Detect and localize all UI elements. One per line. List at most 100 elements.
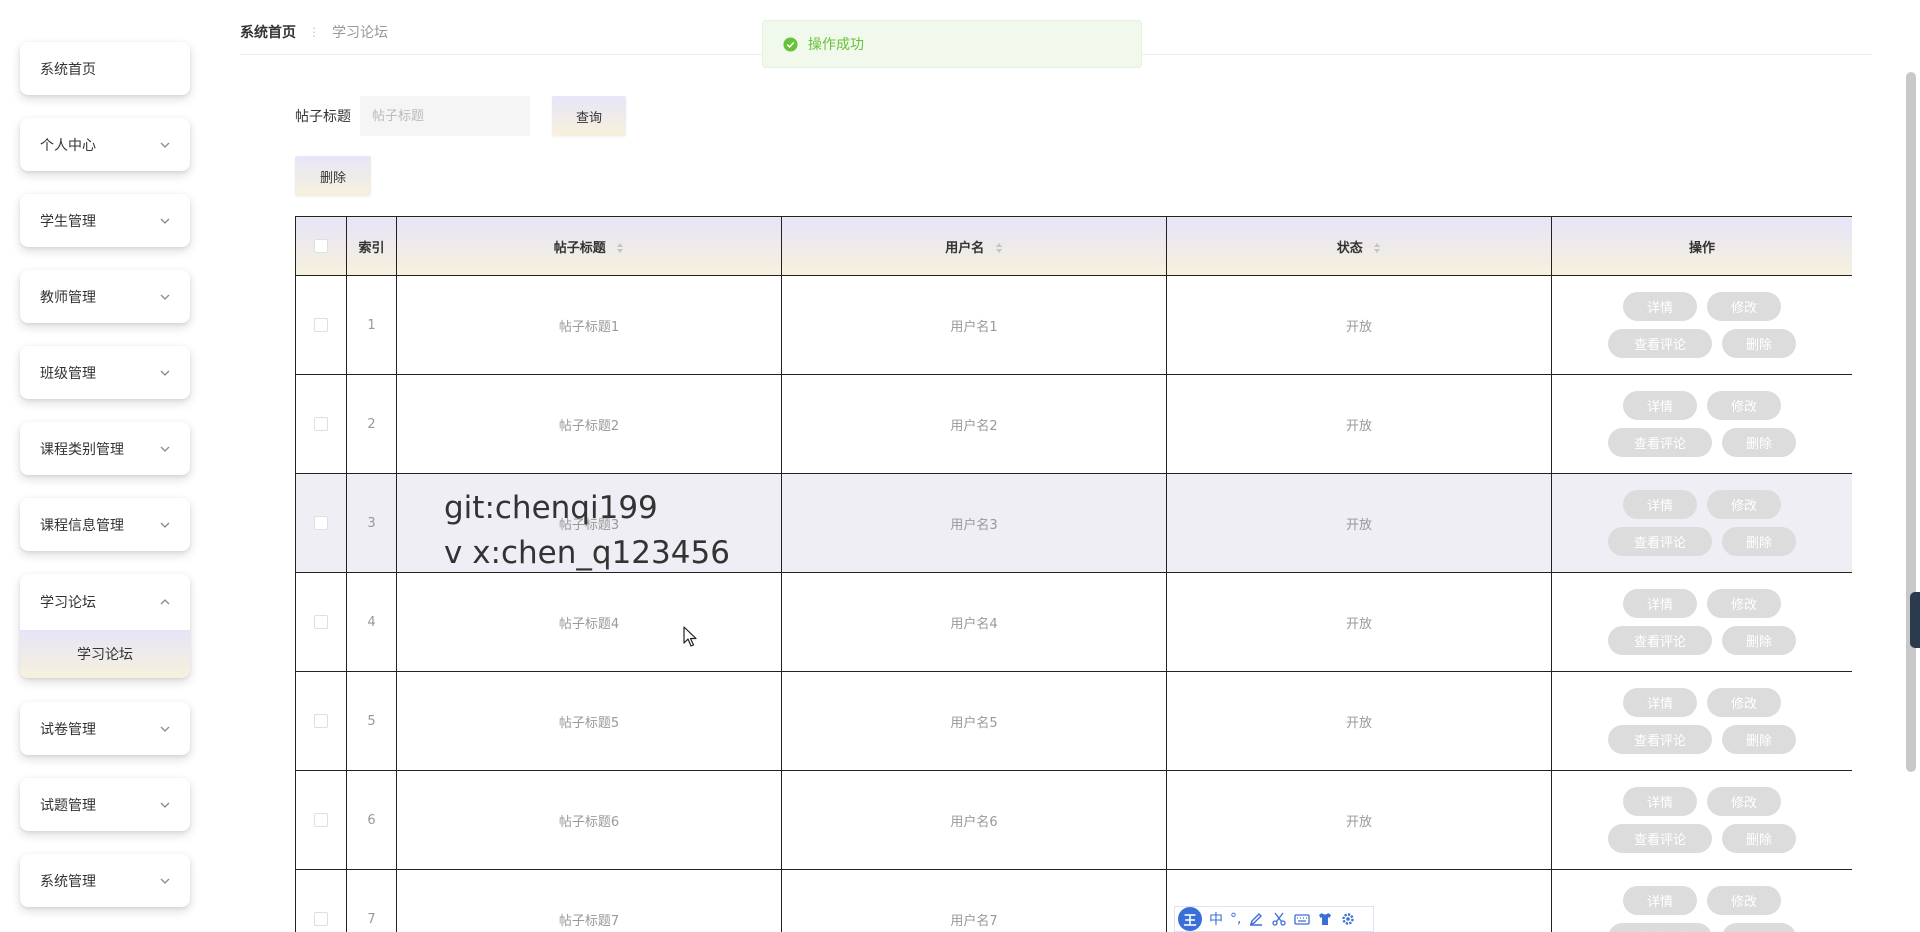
sidebar-item-label: 课程类别管理 xyxy=(40,441,124,458)
select-all-checkbox[interactable] xyxy=(314,239,328,253)
ime-punctuation-toggle[interactable]: °, xyxy=(1230,911,1241,927)
view-comments-button[interactable]: 查看评论 xyxy=(1608,428,1712,457)
chevron-down-icon xyxy=(160,726,170,732)
forum-table: 索引 帖子标题 用户名 状态 操作 1 帖子标题1 用户名1 开放 详情 修改 … xyxy=(295,216,1852,932)
sidebar-item-label: 学习论坛 xyxy=(40,595,96,611)
scissors-icon[interactable] xyxy=(1271,911,1287,927)
sidebar-item-course-category[interactable]: 课程类别管理 xyxy=(20,422,190,475)
row-select-cell xyxy=(295,572,347,672)
pen-icon[interactable] xyxy=(1248,911,1264,927)
row-checkbox[interactable] xyxy=(314,912,328,926)
sort-icon[interactable] xyxy=(616,242,624,254)
side-panel-handle[interactable] xyxy=(1910,592,1920,648)
detail-button[interactable]: 详情 xyxy=(1623,787,1697,816)
row-action-line: 查看评论 删除 xyxy=(1608,527,1796,556)
delete-button[interactable]: 删除 xyxy=(1722,824,1796,853)
row-action-group: 详情 修改 查看评论 删除 xyxy=(1553,787,1851,853)
table-row: 6 帖子标题6 用户名6 开放 详情 修改 查看评论 删除 xyxy=(295,770,1852,870)
row-checkbox[interactable] xyxy=(314,615,328,629)
edit-button[interactable]: 修改 xyxy=(1707,688,1781,717)
breadcrumb: 系统首页 ⋮ 学习论坛 xyxy=(240,22,388,42)
row-action-line: 查看评论 删除 xyxy=(1608,626,1796,655)
ime-mode-toggle[interactable]: 中 xyxy=(1209,909,1223,929)
row-action-group: 详情 修改 查看评论 删除 xyxy=(1553,391,1851,457)
row-checkbox[interactable] xyxy=(314,417,328,431)
row-checkbox[interactable] xyxy=(314,714,328,728)
row-title: 帖子标题3 xyxy=(396,473,782,573)
row-checkbox[interactable] xyxy=(314,516,328,530)
chevron-down-icon xyxy=(160,878,170,884)
breadcrumb-home[interactable]: 系统首页 xyxy=(240,22,296,42)
success-check-icon xyxy=(783,36,798,52)
detail-button[interactable]: 详情 xyxy=(1623,391,1697,420)
batch-delete-button[interactable]: 删除 xyxy=(295,156,371,196)
sidebar-item-home[interactable]: 系统首页 xyxy=(20,42,190,95)
ime-logo[interactable]: 王 xyxy=(1178,907,1202,931)
gear-icon[interactable] xyxy=(1340,911,1356,927)
detail-button[interactable]: 详情 xyxy=(1623,490,1697,519)
skin-shirt-icon[interactable] xyxy=(1317,911,1333,927)
edit-button[interactable]: 修改 xyxy=(1707,391,1781,420)
header-index: 索引 xyxy=(346,216,397,276)
sidebar-item-exam-paper[interactable]: 试卷管理 xyxy=(20,702,190,755)
view-comments-button[interactable]: 查看评论 xyxy=(1608,329,1712,358)
header-username[interactable]: 用户名 xyxy=(781,216,1167,276)
delete-button[interactable]: 删除 xyxy=(1722,626,1796,655)
header-label: 操作 xyxy=(1688,240,1715,256)
row-username: 用户名3 xyxy=(781,473,1167,573)
edit-button[interactable]: 修改 xyxy=(1707,589,1781,618)
row-username: 用户名1 xyxy=(781,275,1167,375)
sort-icon[interactable] xyxy=(995,242,1003,254)
page-scrollbar[interactable] xyxy=(1906,72,1916,772)
row-status: 开放 xyxy=(1166,671,1552,771)
sidebar-item-question[interactable]: 试题管理 xyxy=(20,778,190,831)
query-button[interactable]: 查询 xyxy=(552,96,626,136)
sidebar-item-student-management[interactable]: 学生管理 xyxy=(20,194,190,247)
row-action-line: 详情 修改 xyxy=(1623,490,1781,519)
edit-button[interactable]: 修改 xyxy=(1707,292,1781,321)
row-status: 开放 xyxy=(1166,473,1552,573)
delete-button[interactable]: 删除 xyxy=(1722,923,1796,932)
view-comments-button[interactable]: 查看评论 xyxy=(1608,527,1712,556)
row-action-line: 详情 修改 xyxy=(1623,589,1781,618)
row-action-line: 查看评论 删除 xyxy=(1608,428,1796,457)
sidebar-item-forum[interactable]: 学习论坛 xyxy=(20,574,190,630)
detail-button[interactable]: 详情 xyxy=(1623,886,1697,915)
header-status[interactable]: 状态 xyxy=(1166,216,1552,276)
row-action-group: 详情 修改 查看评论 删除 xyxy=(1553,688,1851,754)
sidebar-item-teacher-management[interactable]: 教师管理 xyxy=(20,270,190,323)
header-title[interactable]: 帖子标题 xyxy=(396,216,782,276)
view-comments-button[interactable]: 查看评论 xyxy=(1608,923,1712,932)
sidebar-item-course-info[interactable]: 课程信息管理 xyxy=(20,498,190,551)
detail-button[interactable]: 详情 xyxy=(1623,292,1697,321)
edit-button[interactable]: 修改 xyxy=(1707,886,1781,915)
detail-button[interactable]: 详情 xyxy=(1623,688,1697,717)
delete-button[interactable]: 删除 xyxy=(1722,725,1796,754)
sidebar-subitem-forum[interactable]: 学习论坛 xyxy=(20,630,190,678)
delete-button[interactable]: 删除 xyxy=(1722,428,1796,457)
edit-button[interactable]: 修改 xyxy=(1707,490,1781,519)
edit-button[interactable]: 修改 xyxy=(1707,787,1781,816)
table-row: 5 帖子标题5 用户名5 开放 详情 修改 查看评论 删除 xyxy=(295,671,1852,771)
view-comments-button[interactable]: 查看评论 xyxy=(1608,725,1712,754)
row-checkbox[interactable] xyxy=(314,813,328,827)
delete-button[interactable]: 删除 xyxy=(1722,329,1796,358)
detail-button[interactable]: 详情 xyxy=(1623,589,1697,618)
sidebar-item-class-management[interactable]: 班级管理 xyxy=(20,346,190,399)
row-index: 7 xyxy=(346,869,397,932)
keyboard-icon[interactable] xyxy=(1294,911,1311,927)
header-select-all[interactable] xyxy=(295,216,347,276)
sidebar-item-label: 教师管理 xyxy=(40,289,96,306)
sidebar-item-personal-center[interactable]: 个人中心 xyxy=(20,118,190,171)
view-comments-button[interactable]: 查看评论 xyxy=(1608,824,1712,853)
row-select-cell xyxy=(295,770,347,870)
row-username: 用户名2 xyxy=(781,374,1167,474)
breadcrumb-separator: ⋮ xyxy=(308,25,320,39)
view-comments-button[interactable]: 查看评论 xyxy=(1608,626,1712,655)
row-index: 4 xyxy=(346,572,397,672)
sort-icon[interactable] xyxy=(1373,242,1381,254)
search-title-input[interactable] xyxy=(360,96,530,136)
delete-button[interactable]: 删除 xyxy=(1722,527,1796,556)
row-checkbox[interactable] xyxy=(314,318,328,332)
sidebar-item-system[interactable]: 系统管理 xyxy=(20,854,190,907)
